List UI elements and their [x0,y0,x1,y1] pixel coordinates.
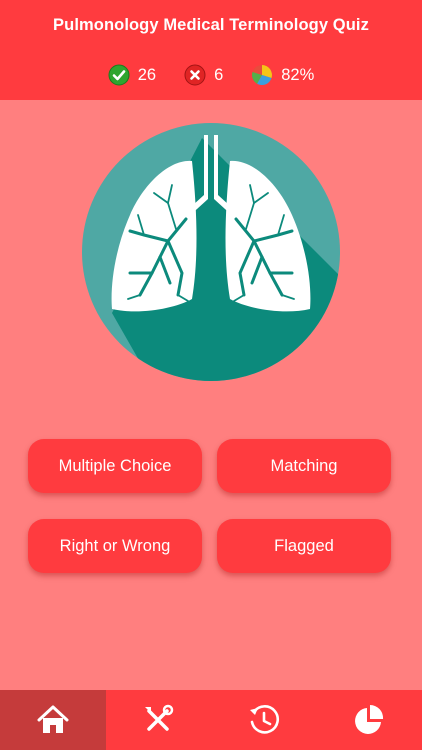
tab-bar [0,690,422,750]
history-icon [249,705,279,734]
lungs-illustration [82,123,340,381]
score-percent: 82% [281,65,315,84]
wrong-stat: 6 [184,64,223,86]
pie-score-icon [252,65,273,86]
app-title: Pulmonology Medical Terminology Quiz [53,16,369,34]
tab-stats[interactable] [317,690,422,750]
stats-bar: 26 6 82% [0,64,422,86]
tab-history[interactable] [211,690,317,750]
check-icon [108,64,130,86]
pie-chart-icon [355,704,384,734]
multiple-choice-button[interactable]: Multiple Choice [28,439,202,493]
correct-count: 26 [137,65,157,84]
score-stat: 82% [251,64,314,86]
matching-button[interactable]: Matching [217,439,391,493]
home-icon [37,705,69,733]
correct-stat: 26 [108,64,156,86]
tab-tools[interactable] [106,690,212,750]
header: Pulmonology Medical Terminology Quiz 26 … [0,0,422,100]
right-or-wrong-button[interactable]: Right or Wrong [28,519,202,573]
wrong-count: 6 [214,65,224,84]
lungs-icon [82,123,340,381]
tools-icon [145,704,174,731]
flagged-button[interactable]: Flagged [217,519,391,573]
cross-icon [184,64,206,86]
tab-home[interactable] [0,690,106,750]
